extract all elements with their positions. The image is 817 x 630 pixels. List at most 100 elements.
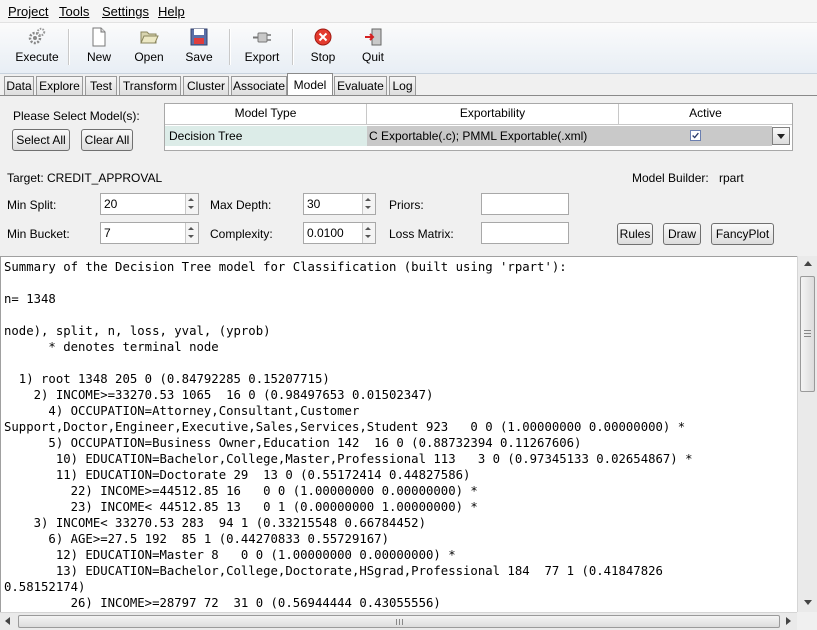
tab-explore[interactable]: Explore bbox=[36, 76, 83, 95]
floppy-disk-icon bbox=[190, 28, 208, 46]
new-button[interactable]: New bbox=[79, 26, 119, 70]
tab-data[interactable]: Data bbox=[4, 76, 34, 95]
draw-button[interactable]: Draw bbox=[663, 223, 701, 245]
vertical-scroll-thumb[interactable] bbox=[800, 276, 815, 392]
active-checkbox[interactable] bbox=[690, 130, 701, 141]
toolbar-separator bbox=[229, 29, 231, 65]
exit-door-icon bbox=[365, 28, 382, 46]
tab-test[interactable]: Test bbox=[85, 76, 117, 95]
table-row[interactable]: Decision Tree C Exportable(.c); PMML Exp… bbox=[165, 125, 792, 147]
menu-tools[interactable]: Tools bbox=[59, 4, 89, 19]
save-label: Save bbox=[185, 50, 213, 64]
arrow-down-icon bbox=[365, 235, 371, 238]
priors-label: Priors: bbox=[389, 198, 424, 212]
stop-button[interactable]: Stop bbox=[304, 26, 342, 70]
arrow-up-icon bbox=[365, 227, 371, 230]
exportability-cell: C Exportable(.c); PMML Exportable(.xml) bbox=[367, 126, 619, 146]
arrow-up-icon bbox=[365, 198, 371, 201]
quit-label: Quit bbox=[361, 50, 384, 64]
arrow-up-icon bbox=[188, 227, 194, 230]
priors-input[interactable] bbox=[481, 193, 569, 215]
menu-settings[interactable]: Settings bbox=[102, 4, 149, 19]
quit-button[interactable]: Quit bbox=[355, 26, 391, 70]
tab-evaluate[interactable]: Evaluate bbox=[334, 76, 387, 95]
export-plug-icon bbox=[253, 32, 271, 43]
toolbar-separator bbox=[68, 29, 70, 65]
chevron-down-icon bbox=[777, 134, 785, 139]
tab-log[interactable]: Log bbox=[389, 76, 416, 95]
checkmark-icon bbox=[692, 132, 699, 139]
output-textview[interactable]: Summary of the Decision Tree model for C… bbox=[0, 256, 797, 612]
new-label: New bbox=[86, 50, 111, 64]
execute-button[interactable]: Execute bbox=[12, 26, 62, 70]
menu-tools-label: Tools bbox=[59, 4, 90, 19]
row-dropdown-button[interactable] bbox=[772, 127, 790, 145]
scroll-up-icon[interactable] bbox=[804, 261, 812, 266]
grip-icon bbox=[396, 619, 397, 625]
column-header-exportability: Exportability bbox=[367, 104, 619, 124]
arrow-down-icon bbox=[188, 206, 194, 209]
tab-divider bbox=[0, 95, 817, 96]
gears-icon bbox=[28, 27, 46, 45]
folder-open-icon bbox=[140, 31, 159, 44]
spinner-arrows[interactable] bbox=[362, 223, 375, 243]
arrow-up-icon bbox=[188, 198, 194, 201]
spinner-arrows[interactable] bbox=[185, 194, 198, 214]
column-header-active: Active bbox=[619, 104, 792, 124]
min-split-label: Min Split: bbox=[7, 198, 57, 212]
menu-bar: Project Tools Settings Help bbox=[0, 0, 817, 23]
grip-icon bbox=[804, 330, 811, 331]
vertical-scrollbar[interactable] bbox=[797, 256, 817, 612]
stop-icon bbox=[314, 28, 332, 46]
scroll-right-icon[interactable] bbox=[786, 617, 791, 625]
tab-transform[interactable]: Transform bbox=[119, 76, 181, 95]
select-all-button[interactable]: Select All bbox=[12, 129, 70, 151]
arrow-down-icon bbox=[365, 206, 371, 209]
fancyplot-button[interactable]: FancyPlot bbox=[711, 223, 774, 245]
min-bucket-value: 7 bbox=[104, 226, 111, 240]
scroll-left-icon[interactable] bbox=[5, 617, 10, 625]
min-bucket-label: Min Bucket: bbox=[7, 227, 70, 241]
model-table: Model Type Exportability Active Decision… bbox=[164, 103, 793, 151]
menu-help[interactable]: Help bbox=[158, 4, 185, 19]
model-builder-value: rpart bbox=[719, 171, 744, 185]
tab-bar: Data Explore Test Transform Cluster Asso… bbox=[0, 73, 817, 96]
complexity-spinner[interactable]: 0.0100 bbox=[303, 222, 376, 244]
tab-model[interactable]: Model bbox=[287, 73, 333, 96]
max-depth-spinner[interactable]: 30 bbox=[303, 193, 376, 215]
min-split-spinner[interactable]: 20 bbox=[100, 193, 199, 215]
min-bucket-spinner[interactable]: 7 bbox=[100, 222, 199, 244]
new-document-icon bbox=[92, 27, 106, 47]
export-button[interactable]: Export bbox=[240, 26, 284, 70]
save-button[interactable]: Save bbox=[180, 26, 218, 70]
complexity-label: Complexity: bbox=[210, 227, 273, 241]
toolbar: Execute New Open Save Export Stop Quit bbox=[0, 23, 817, 74]
rules-button[interactable]: Rules bbox=[617, 223, 653, 245]
tab-cluster[interactable]: Cluster bbox=[183, 76, 229, 95]
spinner-arrows[interactable] bbox=[362, 194, 375, 214]
open-button[interactable]: Open bbox=[128, 26, 170, 70]
model-type-cell: Decision Tree bbox=[165, 126, 367, 146]
menu-help-label: Help bbox=[158, 4, 185, 19]
tab-associate[interactable]: Associate bbox=[231, 76, 287, 95]
menu-project[interactable]: Project bbox=[8, 4, 48, 19]
spinner-arrows[interactable] bbox=[185, 223, 198, 243]
clear-all-button[interactable]: Clear All bbox=[81, 129, 133, 151]
target-label: Target: CREDIT_APPROVAL bbox=[7, 171, 163, 185]
open-label: Open bbox=[134, 50, 164, 64]
max-depth-value: 30 bbox=[307, 197, 321, 211]
menu-project-label: Project bbox=[8, 4, 49, 19]
column-header-model-type: Model Type bbox=[165, 104, 367, 124]
min-split-value: 20 bbox=[104, 197, 118, 211]
stop-label: Stop bbox=[310, 50, 336, 64]
loss-matrix-input[interactable] bbox=[481, 222, 569, 244]
execute-label: Execute bbox=[15, 50, 59, 64]
toolbar-separator bbox=[292, 29, 294, 65]
complexity-value: 0.0100 bbox=[307, 226, 344, 240]
horizontal-scrollbar[interactable] bbox=[0, 612, 797, 630]
max-depth-label: Max Depth: bbox=[210, 198, 272, 212]
export-label: Export bbox=[244, 50, 280, 64]
horizontal-scroll-thumb[interactable] bbox=[18, 615, 780, 628]
scroll-down-icon[interactable] bbox=[804, 600, 812, 605]
active-cell bbox=[619, 126, 772, 146]
